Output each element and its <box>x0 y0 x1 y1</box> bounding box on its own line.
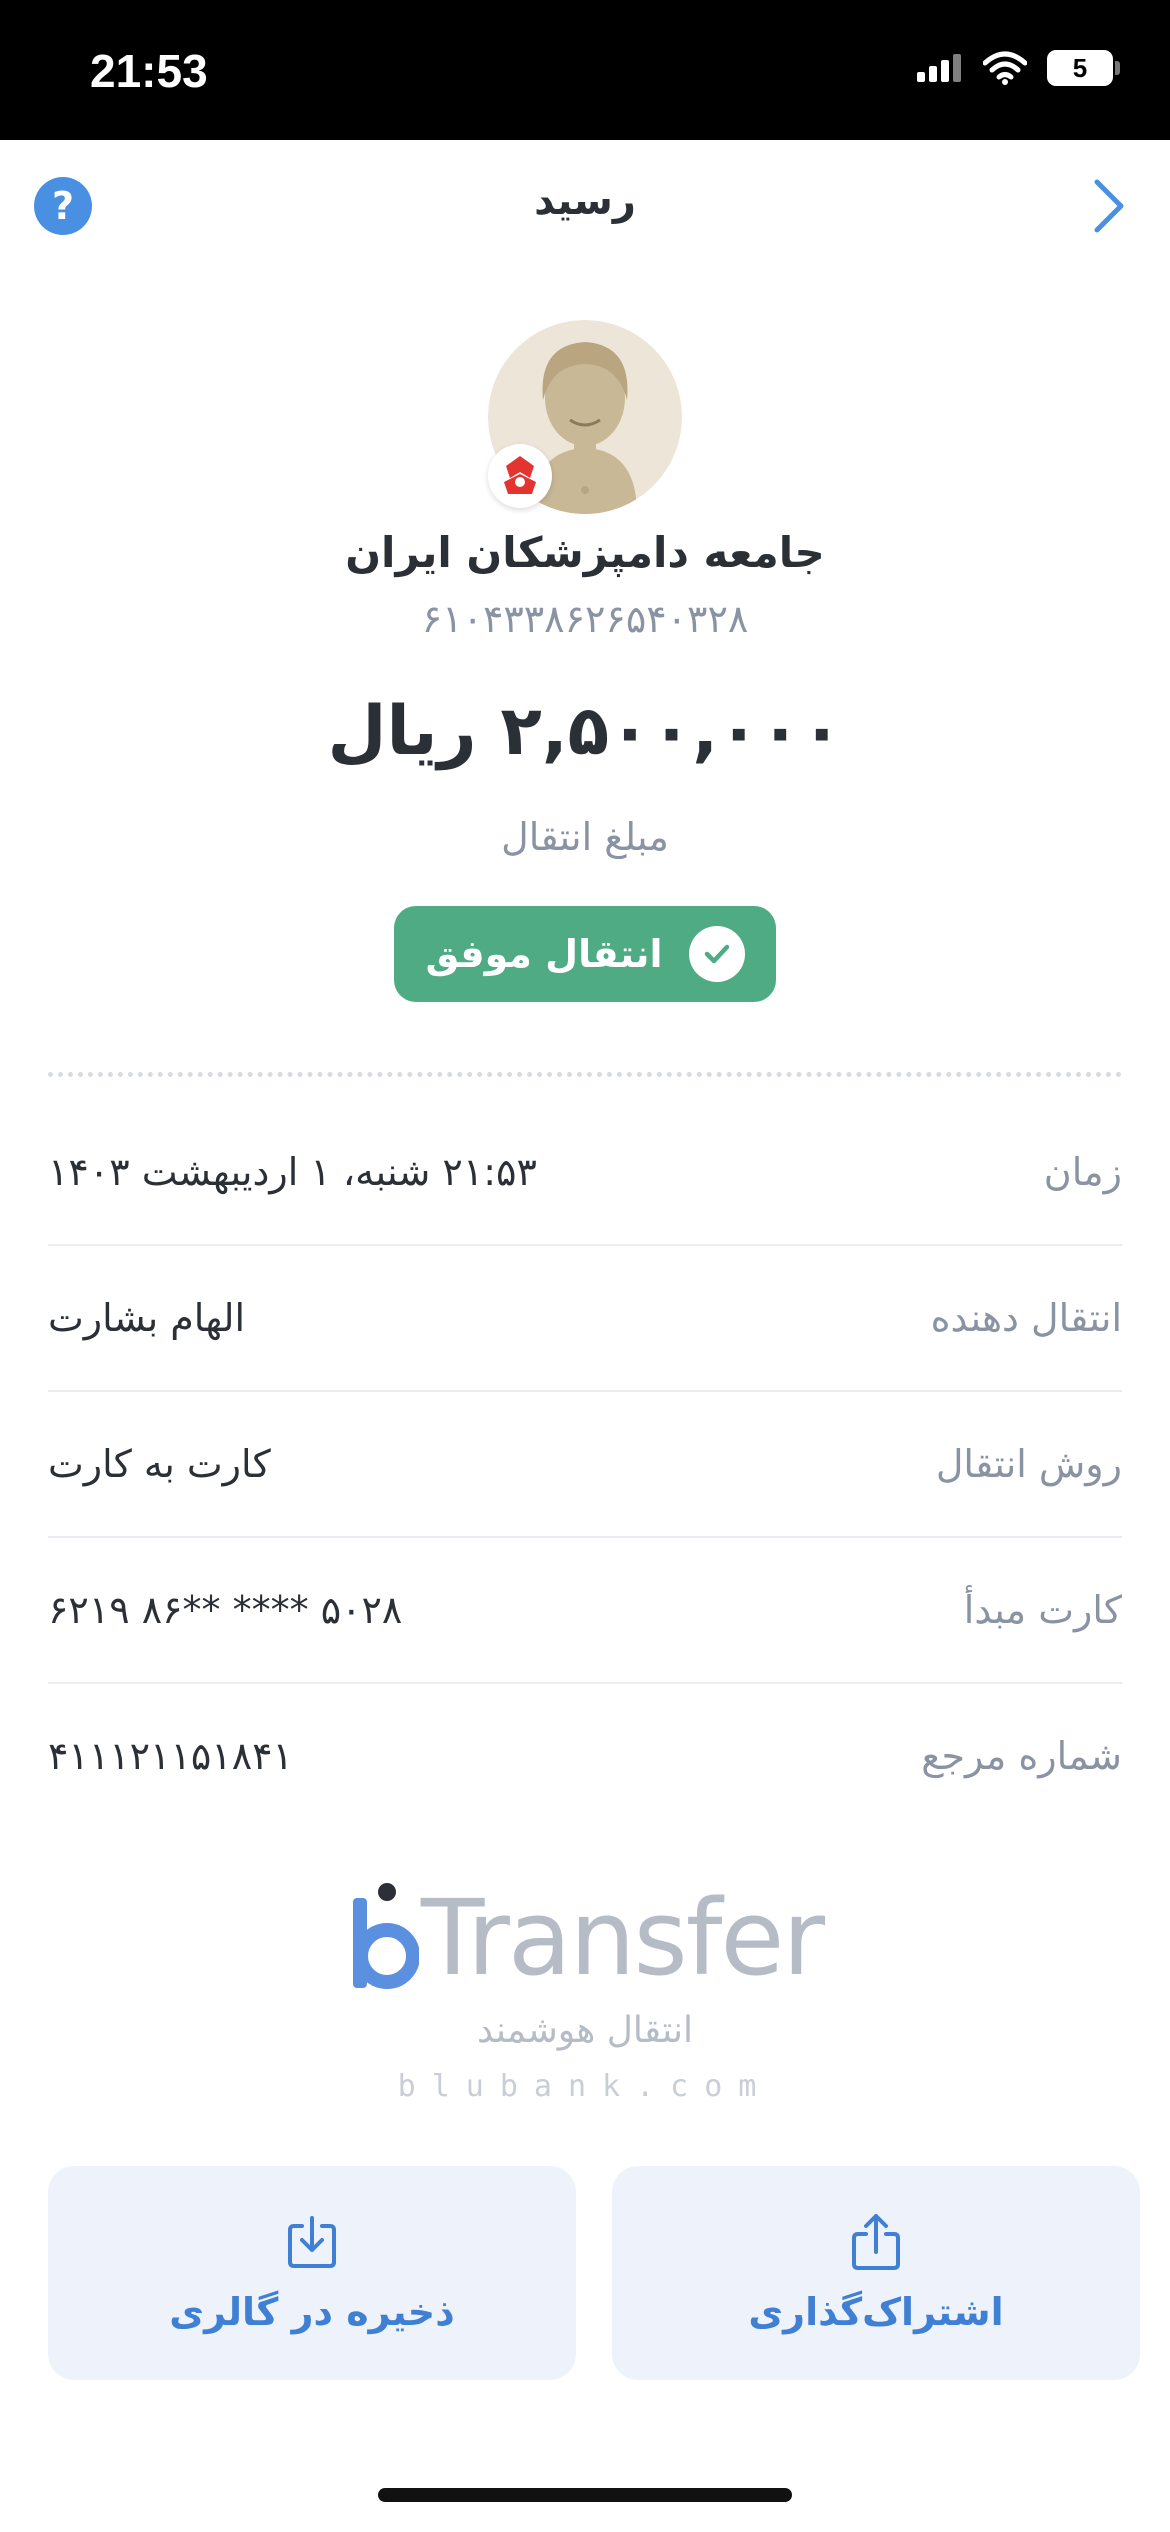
detail-label: انتقال دهنده <box>930 1296 1122 1340</box>
share-icon <box>852 2214 900 2270</box>
amount-label: مبلغ انتقال <box>501 815 669 859</box>
detail-row-source-card: ۶۲۱۹ ۸۶** **** ۵۰۲۸ کارت مبدأ <box>48 1538 1122 1684</box>
detail-label: کارت مبدأ <box>963 1588 1122 1632</box>
detail-value: ۶۲۱۹ ۸۶** **** ۵۰۲۸ <box>48 1588 403 1632</box>
btransfer-logo: Transfer <box>0 1880 1170 1990</box>
status-time: 21:53 <box>90 45 208 97</box>
share-button[interactable]: اشتراک‌گذاری <box>612 2166 1140 2380</box>
status-text: انتقال موفق <box>425 932 663 976</box>
signal-icon <box>917 54 961 82</box>
wifi-icon <box>983 51 1027 85</box>
detail-value: ۲۱:۵۳ شنبه، ۱ اردیبهشت ۱۴۰۳ <box>48 1150 537 1194</box>
share-button-label: اشتراک‌گذاری <box>748 2290 1004 2334</box>
brand-domain: blubank.com <box>397 2069 773 2104</box>
download-icon <box>288 2216 336 2268</box>
detail-row-method: کارت به کارت روش انتقال <box>48 1392 1122 1538</box>
details-list: ۲۱:۵۳ شنبه، ۱ اردیبهشت ۱۴۰۳ زمان الهام ب… <box>48 1100 1122 1828</box>
battery-charging-icon: 5 <box>1047 50 1120 86</box>
detail-label: زمان <box>1043 1150 1122 1194</box>
detail-row-reference: ۴۱۱۱۲۱۱۵۱۸۴۱ شماره مرجع <box>48 1684 1122 1828</box>
brand-word: Transfer <box>420 1877 825 1999</box>
status-icons: 5 <box>917 50 1120 86</box>
save-button-label: ذخیره در گالری <box>169 2290 455 2334</box>
recipient-card-number: ۶۱۰۴۳۳۸۶۲۶۵۴۰۳۲۸ <box>421 597 749 641</box>
chevron-right-icon[interactable] <box>1092 178 1126 234</box>
blu-b-icon <box>352 1883 419 1989</box>
brand-footer: Transfer انتقال هوشمند blubank.com <box>0 1880 1170 2104</box>
detail-row-time: ۲۱:۵۳ شنبه، ۱ اردیبهشت ۱۴۰۳ زمان <box>48 1100 1122 1246</box>
save-to-gallery-button[interactable]: ذخیره در گالری <box>48 2166 576 2380</box>
detail-value: الهام بشارت <box>48 1296 246 1340</box>
header: ? رسید <box>0 140 1170 270</box>
detail-value: کارت به کارت <box>48 1442 271 1486</box>
dotted-divider <box>48 1072 1122 1077</box>
battery-level: 5 <box>1047 50 1113 86</box>
home-indicator[interactable] <box>378 2488 792 2502</box>
detail-row-sender: الهام بشارت انتقال دهنده <box>48 1246 1122 1392</box>
brand-tagline: انتقال هوشمند <box>477 2010 693 2051</box>
detail-label: شماره مرجع <box>921 1734 1122 1778</box>
page-title: رسید <box>534 178 636 224</box>
bank-logo-icon <box>488 444 552 508</box>
detail-value: ۴۱۱۱۲۱۱۵۱۸۴۱ <box>48 1734 293 1778</box>
status-bar: 21:53 5 <box>0 0 1170 140</box>
recipient-name: جامعه دامپزشکان ایران <box>345 528 825 577</box>
avatar <box>488 320 682 514</box>
detail-label: روش انتقال <box>935 1442 1122 1486</box>
transfer-amount: ۲,۵۰۰,۰۰۰ ریال <box>327 692 843 771</box>
check-icon <box>688 926 745 982</box>
status-badge: انتقال موفق <box>394 906 776 1002</box>
